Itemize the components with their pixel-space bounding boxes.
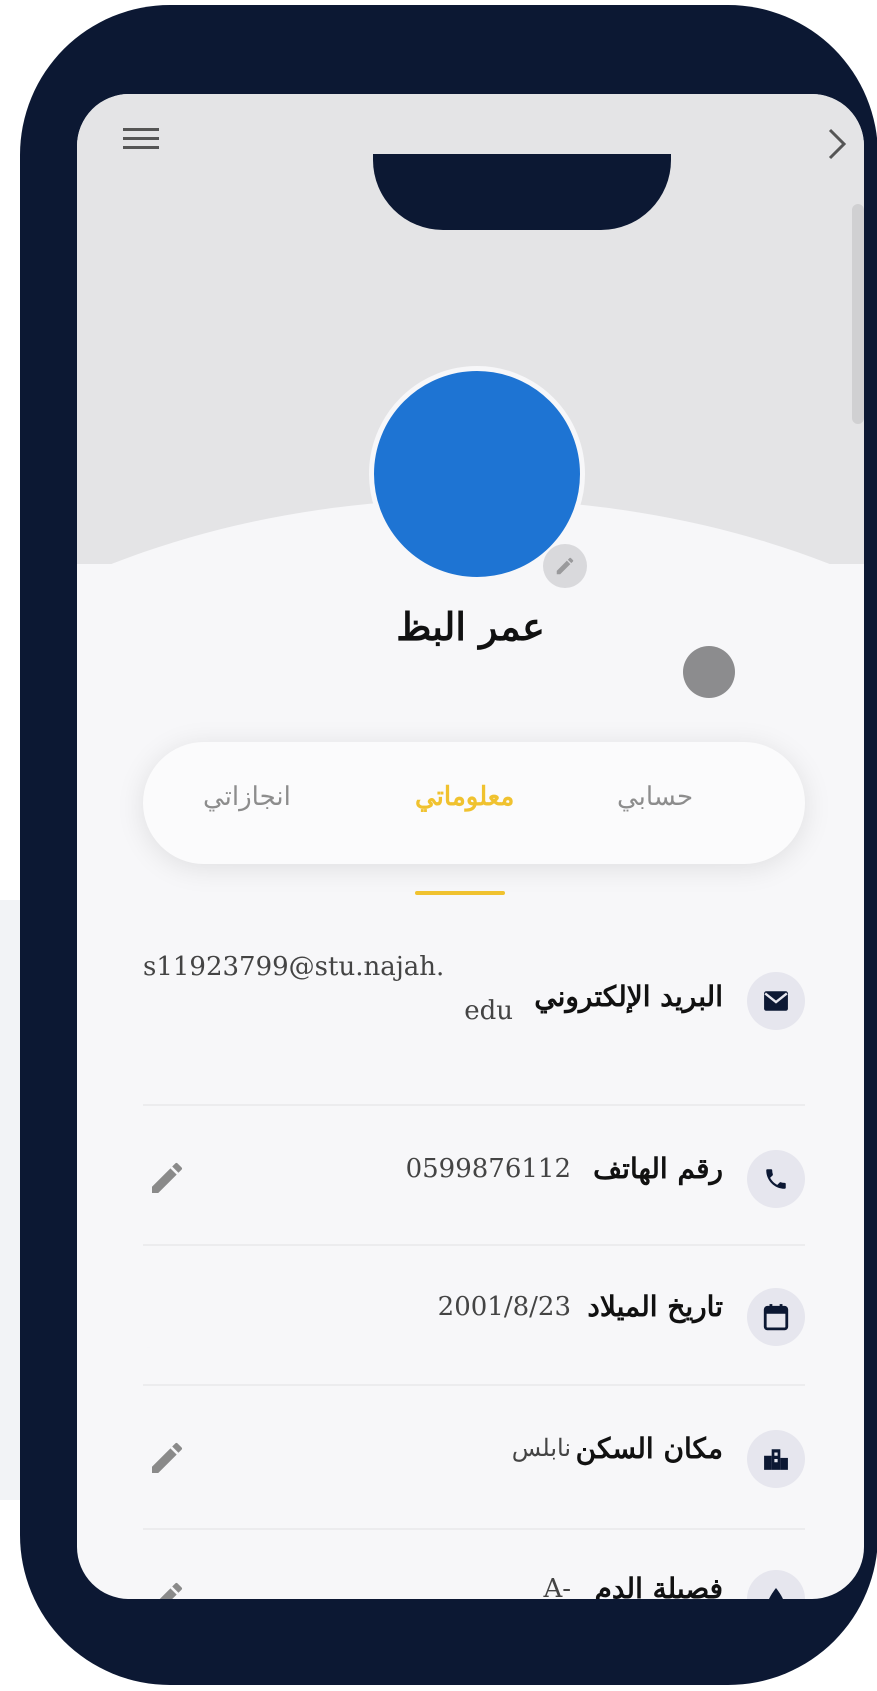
divider	[143, 1104, 805, 1106]
residence-label: مكان السكن	[575, 1432, 723, 1465]
tab-my-achievements[interactable]: انجازاتي	[203, 782, 291, 812]
edit-blood-type-icon[interactable]	[147, 1578, 187, 1599]
info-row-email: البريد الإلكتروني s11923799@stu.najah. e…	[143, 952, 805, 1062]
edit-phone-icon[interactable]	[147, 1158, 187, 1198]
profile-tabs: حسابي معلوماتي انجازاتي	[143, 742, 805, 864]
active-tab-indicator	[415, 891, 505, 895]
phone-notch	[373, 154, 671, 230]
info-row-residence: نابلس مكان السكن	[143, 1424, 805, 1494]
phone-label: رقم الهاتف	[593, 1152, 723, 1185]
status-indicator	[683, 646, 735, 698]
residence-value: نابلس	[511, 1434, 571, 1462]
menu-icon[interactable]	[123, 128, 159, 156]
pencil-icon	[556, 557, 574, 575]
tab-my-account[interactable]: حسابي	[617, 782, 693, 812]
info-row-phone: 0599876112 رقم الهاتف	[143, 1144, 805, 1214]
birthdate-value: 2001/8/23	[437, 1292, 571, 1322]
scrollbar[interactable]	[852, 204, 864, 424]
edit-residence-icon[interactable]	[147, 1438, 187, 1478]
info-row-blood-type: A- فصيلة الدم	[143, 1564, 805, 1599]
tab-my-info[interactable]: معلوماتي	[415, 782, 514, 812]
info-row-birthdate: 2001/8/23 تاريخ الميلاد	[143, 1282, 805, 1352]
profile-name: عمر البظ	[396, 604, 545, 649]
blood-type-value: A-	[543, 1574, 571, 1599]
mail-icon	[747, 972, 805, 1030]
blood-type-label: فصيلة الدم	[594, 1572, 724, 1599]
phone-icon	[747, 1150, 805, 1208]
phone-frame: عمر البظ حسابي معلوماتي انجازاتي البريد …	[20, 5, 877, 1685]
birthdate-label: تاريخ الميلاد	[587, 1290, 723, 1323]
app-screen: عمر البظ حسابي معلوماتي انجازاتي البريد …	[77, 94, 864, 1599]
divider	[143, 1244, 805, 1246]
phone-value: 0599876112	[405, 1154, 571, 1184]
avatar-edit-button[interactable]	[543, 544, 587, 588]
calendar-icon	[747, 1288, 805, 1346]
city-icon	[747, 1430, 805, 1488]
email-label: البريد الإلكتروني	[534, 980, 723, 1013]
divider	[143, 1384, 805, 1386]
chevron-right-icon[interactable]	[822, 124, 852, 164]
email-value-line2: edu	[464, 996, 513, 1026]
email-value-line1: s11923799@stu.najah.	[143, 952, 445, 982]
divider	[143, 1528, 805, 1530]
drop-icon	[747, 1570, 805, 1599]
